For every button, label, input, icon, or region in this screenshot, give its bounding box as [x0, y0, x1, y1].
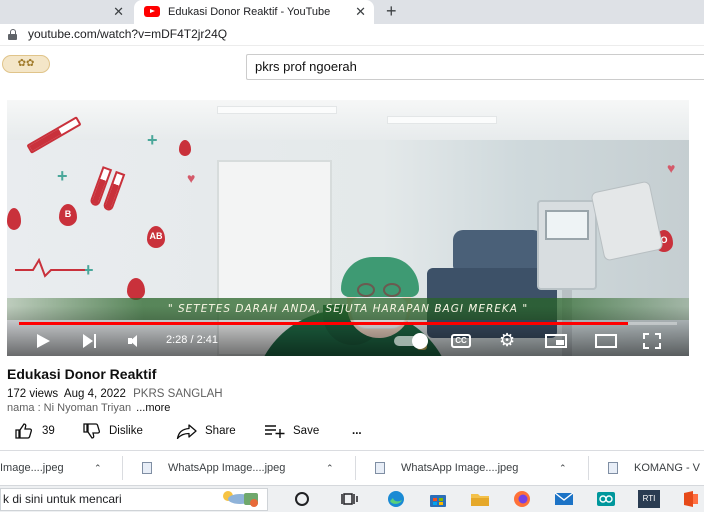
- lock-icon[interactable]: [8, 29, 17, 40]
- tab-active-title: Edukasi Donor Reaktif - YouTube: [168, 6, 331, 18]
- like-button[interactable]: 39: [14, 423, 64, 439]
- video-ceiling: [7, 100, 689, 140]
- theater-mode-icon[interactable]: [595, 334, 617, 348]
- upload-date: Aug 4, 2022: [63, 388, 126, 400]
- download-item[interactable]: WhatsApp Image....jpeg ⌃: [142, 460, 342, 476]
- gear-icon[interactable]: ⚙: [499, 331, 515, 349]
- time-display: 2:28 / 2:41: [166, 334, 218, 346]
- divider: [588, 456, 589, 480]
- channel-name[interactable]: PKRS SANGLAH: [133, 388, 222, 400]
- chevron-up-icon[interactable]: ⌃: [559, 460, 567, 476]
- file-icon: [375, 462, 385, 474]
- thumbs-up-icon: [15, 423, 33, 439]
- donor-chair: [453, 230, 543, 270]
- download-name: KOMANG - V: [634, 462, 701, 474]
- ecg-line-icon: [15, 258, 85, 278]
- firefox-icon[interactable]: [512, 490, 532, 508]
- download-name: WhatsApp Image....jpeg: [168, 462, 286, 474]
- task-view-circle-icon[interactable]: [292, 490, 312, 508]
- progress-bar[interactable]: [19, 322, 677, 325]
- file-explorer-icon[interactable]: [470, 490, 490, 508]
- heart-wall-icon: ♥: [187, 170, 196, 186]
- share-label: Share: [205, 425, 236, 437]
- dislike-button[interactable]: Dislike: [82, 423, 162, 439]
- video-player[interactable]: B AB O + + + ♥ ♥ ♥ " SETETES DARAH ANDA,…: [7, 100, 689, 356]
- download-item[interactable]: KOMANG - V: [608, 460, 704, 476]
- office-icon[interactable]: [680, 490, 700, 508]
- store-icon[interactable]: [428, 490, 448, 508]
- tab-previous-close-icon[interactable]: ✕: [113, 0, 124, 24]
- weather-widget-icon[interactable]: [214, 489, 262, 507]
- playlist-add-icon: [265, 425, 285, 438]
- tab-previous[interactable]: ✕: [0, 0, 132, 24]
- video-meta: 172 views Aug 4, 2022 PKRS SANGLAH: [7, 388, 223, 400]
- download-name: Image....jpeg: [0, 462, 64, 474]
- captions-icon[interactable]: CC: [451, 334, 471, 348]
- chevron-up-icon[interactable]: ⌃: [94, 460, 102, 476]
- youtube-favicon-icon: [144, 6, 160, 17]
- channel-logo-icon[interactable]: ✿✿: [2, 55, 50, 73]
- play-icon[interactable]: [37, 334, 50, 348]
- task-view-icon[interactable]: [340, 490, 360, 508]
- save-label: Save: [293, 425, 320, 437]
- like-count: 39: [42, 425, 55, 437]
- blood-drop-icon: [179, 140, 191, 156]
- ceiling-light: [217, 106, 337, 114]
- heart-wall-icon: ♥: [667, 160, 676, 176]
- windows-taskbar: k di sini untuk mencari RTI: [0, 485, 704, 512]
- url-text[interactable]: youtube.com/watch?v=mDF4T2jr24Q: [28, 27, 227, 41]
- apheresis-machine: [537, 200, 597, 290]
- progress-played: [19, 322, 628, 325]
- description-more-link[interactable]: ...more: [136, 402, 170, 414]
- downloads-bar: Image....jpeg ⌃ WhatsApp Image....jpeg ⌃…: [0, 450, 704, 484]
- tab-active-close-icon[interactable]: ✕: [355, 0, 366, 24]
- video-title: Edukasi Donor Reaktif: [7, 366, 157, 382]
- blood-drop-icon: [127, 278, 145, 300]
- glasses-right: [383, 283, 401, 297]
- download-item[interactable]: Image....jpeg ⌃: [0, 460, 110, 476]
- browser-tab-strip: ✕ Edukasi Donor Reaktif - YouTube ✕ +: [0, 0, 704, 24]
- mail-icon[interactable]: [554, 490, 574, 508]
- description[interactable]: nama : Ni Nyoman Triyan ...more: [7, 402, 170, 414]
- file-icon: [608, 462, 618, 474]
- miniplayer-icon[interactable]: [545, 334, 567, 348]
- action-row: 39 Dislike Share Save ...: [0, 420, 704, 442]
- edge-icon[interactable]: [386, 490, 406, 508]
- search-input[interactable]: pkrs prof ngoerah: [246, 54, 704, 80]
- download-name: WhatsApp Image....jpeg: [401, 462, 519, 474]
- youtube-header: ✿✿ pkrs prof ngoerah: [0, 47, 704, 87]
- plus-wall-icon: +: [57, 166, 68, 186]
- rti-app-icon[interactable]: RTI: [638, 490, 660, 508]
- share-icon: [176, 424, 197, 439]
- blood-drop-b-icon: B: [59, 204, 77, 226]
- address-bar[interactable]: youtube.com/watch?v=mDF4T2jr24Q: [0, 24, 704, 46]
- divider: [122, 456, 123, 480]
- more-actions-icon: ...: [352, 425, 362, 437]
- description-text: nama : Ni Nyoman Triyan: [7, 402, 132, 414]
- volume-icon[interactable]: [128, 335, 144, 347]
- dislike-label: Dislike: [109, 425, 143, 437]
- save-button[interactable]: Save: [264, 423, 328, 439]
- more-actions-button[interactable]: ...: [352, 423, 372, 439]
- thumbs-down-icon: [83, 423, 101, 439]
- blood-drop-icon: [7, 208, 21, 230]
- chevron-up-icon[interactable]: ⌃: [326, 460, 334, 476]
- new-tab-button[interactable]: +: [386, 0, 397, 22]
- autoplay-toggle[interactable]: [394, 333, 428, 349]
- divider: [355, 456, 356, 480]
- share-button[interactable]: Share: [176, 423, 246, 439]
- blood-drop-ab-icon: AB: [147, 226, 165, 248]
- arduino-icon[interactable]: [596, 490, 616, 508]
- next-icon[interactable]: [83, 334, 99, 348]
- file-icon: [142, 462, 152, 474]
- controls-gradient: [7, 306, 689, 356]
- tab-active[interactable]: Edukasi Donor Reaktif - YouTube ✕: [134, 0, 374, 24]
- download-item[interactable]: WhatsApp Image....jpeg ⌃: [375, 460, 575, 476]
- ceiling-light: [387, 116, 497, 124]
- glasses-left: [357, 283, 375, 297]
- plus-wall-icon: +: [147, 130, 158, 150]
- view-count: 172 views: [7, 388, 59, 400]
- fullscreen-icon[interactable]: [643, 333, 661, 349]
